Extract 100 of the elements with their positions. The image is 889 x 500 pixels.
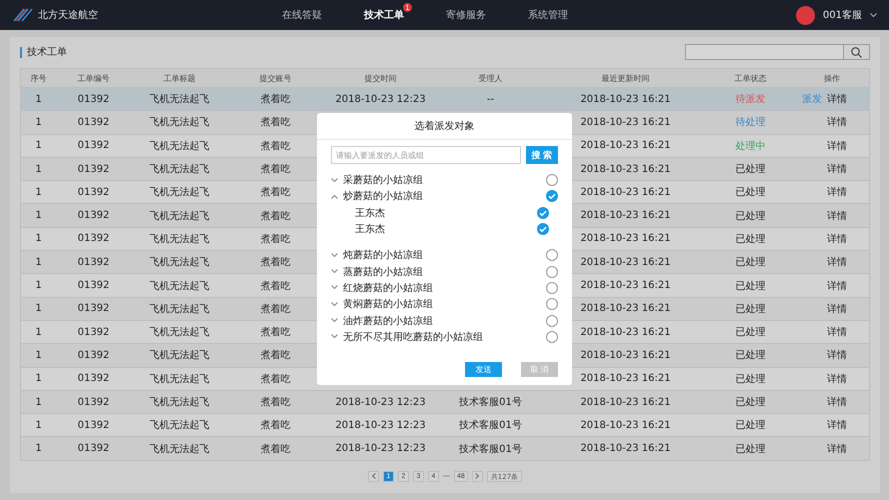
table-cell-text: 飞机无法起飞 (150, 396, 210, 409)
table-cell-text: 煮着吃 (260, 302, 290, 316)
table-cell: 1 (35, 420, 42, 431)
table-cell-text: 飞机无法起飞 (150, 302, 210, 316)
table-cell-text: 煮着吃 (260, 92, 290, 106)
page-title: 技术工单 (20, 46, 67, 58)
table-cell-text: 飞机无法起飞 (150, 140, 210, 153)
table-cell-text: 煮着吃 (260, 210, 290, 223)
table-cell: 1 (35, 326, 42, 338)
table-cell: 1 (35, 303, 42, 314)
table-cell: 01392 (78, 94, 110, 105)
table-cell: 1 (35, 233, 42, 244)
table-cell: 2018-10-23 16:21 (580, 396, 671, 408)
column-header: 操作 (823, 72, 841, 84)
table-cell: 2018-10-23 12:23 (335, 443, 426, 454)
table-cell: 1 (35, 164, 42, 175)
table-cell-text: 飞机无法起飞 (150, 442, 210, 456)
table-cell-text: 飞机无法起飞 (150, 326, 210, 340)
status-text: 已处理 (736, 256, 766, 270)
table-cell: 2018-10-23 16:21 (580, 303, 671, 314)
status-text: 已处理 (736, 396, 766, 409)
table-cell-text: 飞机无法起飞 (150, 372, 210, 386)
table-cell: 1 (35, 350, 42, 361)
table-cell-text: 飞机无法起飞 (150, 210, 210, 223)
table-cell: 01392 (78, 140, 110, 152)
table-cell: 2018-10-23 16:21 (580, 94, 671, 105)
table-cell: 2018-10-23 16:21 (580, 326, 671, 338)
table-cell-text: 煮着吃 (260, 186, 290, 200)
status-text: 处理中 (736, 140, 766, 153)
table-cell-text: 技术客服01号 (459, 418, 522, 432)
status-text: 已处理 (736, 372, 766, 386)
table-cell: 2018-10-23 12:23 (335, 420, 426, 431)
table-cell: 2018-10-23 16:21 (580, 443, 671, 454)
column-header: 工单标题 (162, 72, 196, 84)
status-text: 已处理 (736, 326, 766, 340)
table-cell: 1 (35, 94, 42, 105)
table-cell: 01392 (78, 443, 110, 454)
status-text: 已处理 (736, 280, 766, 293)
table-cell-text: 飞机无法起飞 (150, 232, 210, 246)
table-cell: 1 (35, 373, 42, 384)
status-text: 已处理 (736, 302, 766, 316)
table-cell: 2018-10-23 16:21 (580, 140, 671, 152)
table-cell: 01392 (78, 256, 110, 268)
brand-name: 北方天途航空 (38, 8, 98, 22)
table-cell: 1 (35, 210, 42, 222)
table-cell: 1 (35, 280, 42, 292)
dialog-title: 选着派发对象 (414, 120, 474, 133)
table-cell: 2018-10-23 16:21 (580, 256, 671, 268)
table-cell-text: 飞机无法起飞 (150, 186, 210, 200)
table-cell-text: 技术客服01号 (459, 396, 522, 409)
table-cell: 1 (35, 396, 42, 408)
column-header: 提交时间 (364, 72, 398, 84)
table-cell: 01392 (78, 350, 110, 361)
table-cell: 01392 (78, 373, 110, 384)
table-cell: 01392 (78, 280, 110, 292)
table-cell: 01392 (78, 233, 110, 244)
status-text: 待处理 (736, 116, 766, 130)
table-cell: 01392 (78, 210, 110, 222)
table-cell-text: 煮着吃 (260, 256, 290, 270)
table-cell-text: 飞机无法起飞 (150, 92, 210, 106)
table-cell: 1 (35, 116, 42, 128)
table-cell: 01392 (78, 164, 110, 175)
table-cell: 2018-10-23 16:21 (580, 373, 671, 384)
status-text: 已处理 (736, 418, 766, 432)
status-text: 已处理 (736, 348, 766, 362)
table-cell-text: 煮着吃 (260, 280, 290, 293)
table-cell: 01392 (78, 396, 110, 408)
table-cell: 1 (35, 140, 42, 152)
column-header: 最近更新时间 (600, 72, 650, 84)
table-cell: 2018-10-23 12:23 (335, 94, 426, 105)
status-text: 已处理 (736, 442, 766, 456)
table-cell-text: 飞机无法起飞 (150, 162, 210, 176)
table-cell-text: 煮着吃 (260, 348, 290, 362)
table-cell-text: 飞机无法起飞 (150, 280, 210, 293)
table-cell: -- (486, 94, 494, 105)
status-text: 已处理 (736, 232, 766, 246)
table-cell-text: 煮着吃 (260, 326, 290, 340)
table-cell-text: 煮着吃 (260, 442, 290, 456)
table-cell: 01392 (78, 303, 110, 314)
column-header: 工单编号 (76, 72, 110, 84)
table-cell-text: 煮着吃 (260, 396, 290, 409)
table-cell: 1 (35, 256, 42, 268)
status-text: 已处理 (736, 162, 766, 176)
table-cell-text: 煮着吃 (260, 162, 290, 176)
table-cell: 2018-10-23 16:21 (580, 210, 671, 222)
table-cell-text: 煮着吃 (260, 372, 290, 386)
table-cell: 2018-10-23 16:21 (580, 116, 671, 128)
status-text: 已处理 (736, 210, 766, 223)
table-cell: 2018-10-23 16:21 (580, 280, 671, 292)
table-cell: 01392 (78, 420, 110, 431)
column-header: 提交账号 (258, 72, 292, 84)
table-cell: 2018-10-23 16:21 (580, 164, 671, 175)
column-header: 受理人 (478, 72, 504, 84)
table-cell: 2018-10-23 16:21 (580, 186, 671, 198)
table-cell-text: 飞机无法起飞 (150, 116, 210, 130)
table-cell: 1 (35, 443, 42, 454)
table-cell-text: 煮着吃 (260, 140, 290, 153)
table-cell-text: 飞机无法起飞 (150, 256, 210, 270)
column-header: 序号 (30, 72, 48, 84)
table-cell-text: 飞机无法起飞 (150, 348, 210, 362)
